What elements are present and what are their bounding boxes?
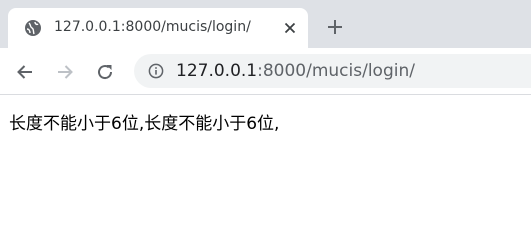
- url-text[interactable]: 127.0.0.1:8000/mucis/login/: [176, 61, 415, 81]
- tab-active[interactable]: 127.0.0.1:8000/mucis/login/: [8, 8, 308, 48]
- reload-icon[interactable]: [93, 60, 117, 84]
- forward-arrow-icon[interactable]: [53, 60, 77, 84]
- page-content: 长度不能小于6位,长度不能小于6位,: [0, 95, 531, 231]
- address-bar[interactable]: 127.0.0.1:8000/mucis/login/: [134, 54, 531, 88]
- tab-strip: 127.0.0.1:8000/mucis/login/: [0, 0, 531, 48]
- info-icon[interactable]: [148, 63, 164, 79]
- url-path: :8000/mucis/login/: [257, 61, 415, 81]
- error-message: 长度不能小于6位,长度不能小于6位,: [9, 114, 280, 134]
- tab-title: 127.0.0.1:8000/mucis/login/: [54, 19, 251, 35]
- close-icon[interactable]: [280, 18, 300, 38]
- toolbar: 127.0.0.1:8000/mucis/login/: [0, 48, 531, 95]
- plus-icon[interactable]: [324, 16, 346, 38]
- back-arrow-icon[interactable]: [13, 60, 37, 84]
- browser-window: 127.0.0.1:8000/mucis/login/ 127.0.0.1:80…: [0, 0, 531, 231]
- globe-icon: [24, 19, 42, 37]
- url-host: 127.0.0.1: [176, 61, 258, 81]
